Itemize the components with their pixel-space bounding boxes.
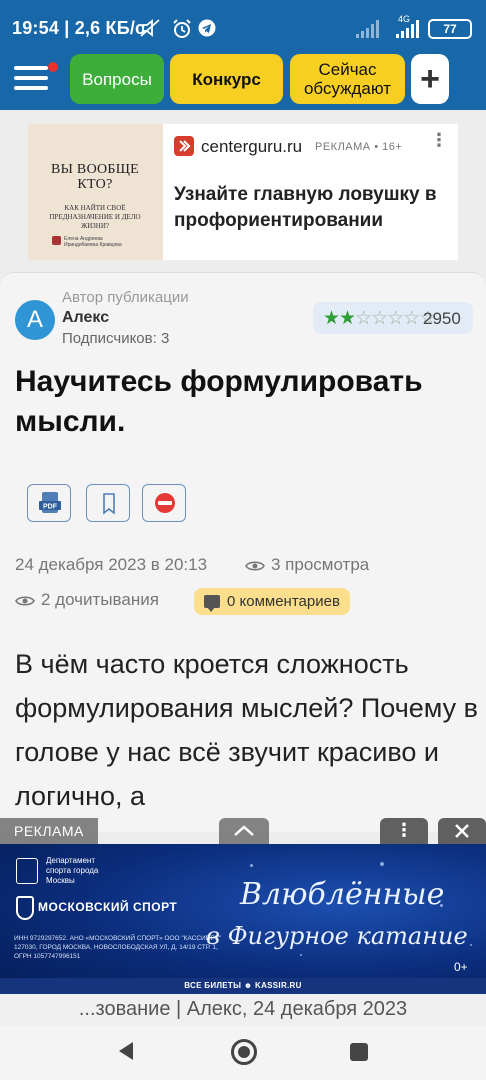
bottom-ad-label: РЕКЛАМА xyxy=(0,818,98,844)
ad-site-logo-icon xyxy=(174,136,194,156)
author-name[interactable]: Алекс xyxy=(62,309,109,327)
page-title: Научитесь формулировать мысли. xyxy=(15,365,423,438)
star-filled-icon: ★★ xyxy=(323,308,356,329)
ad-headline[interactable]: Узнайте главную ловушку в профориентиров… xyxy=(174,182,454,234)
views-count: 3 просмотра xyxy=(245,555,369,575)
publish-date: 24 декабря 2023 в 20:13 xyxy=(15,555,208,574)
publisher-logo-icon xyxy=(52,236,61,245)
bottom-ad-more-button[interactable]: ⋮ xyxy=(380,818,428,844)
bottom-ad-banner[interactable]: Департамент спорта города Москвы МОСКОВС… xyxy=(0,844,486,994)
author-rating: ★★☆☆☆☆☆ 2950 xyxy=(313,302,473,334)
ad-label: РЕКЛАМА • 16+ xyxy=(315,141,403,153)
svg-text:PDF: PDF xyxy=(43,504,58,511)
subscribers-count: Подписчиков: 3 xyxy=(62,330,170,347)
tab-discussed-label: Сейчас обсуждают xyxy=(303,60,392,98)
notification-dot xyxy=(48,62,58,72)
avatar[interactable]: А xyxy=(15,300,55,340)
hamburger-line xyxy=(14,86,48,90)
reads-label: 2 дочитывания xyxy=(41,590,159,609)
app-bar: Вопросы Конкурс Сейчас обсуждают + xyxy=(0,48,486,110)
svg-text:Влюблённые: Влюблённые xyxy=(239,877,444,912)
expand-ad-button[interactable] xyxy=(219,818,269,844)
pdf-button[interactable]: PDF xyxy=(27,484,71,522)
book-author: Елена Андреева Ириндибаевна Кравцова xyxy=(52,236,134,248)
ad-book-cover: ВЫ ВООБЩЕ КТО? КАК НАЙТИ СВОЁ ПРЕДНАЗНАЧ… xyxy=(28,124,163,260)
bookmark-button[interactable] xyxy=(86,484,130,522)
book-subtitle: КАК НАЙТИ СВОЁ ПРЕДНАЗНАЧЕНИЕ И ДЕЛО ЖИЗ… xyxy=(49,204,141,230)
shield-icon xyxy=(16,896,34,920)
close-icon xyxy=(455,824,469,838)
status-time: 19:54 | 2,6 КБ/с xyxy=(12,18,146,38)
battery-icon: 77 xyxy=(428,19,472,39)
pdf-icon: PDF xyxy=(39,492,61,513)
tab-contest[interactable]: Конкурс xyxy=(170,54,283,104)
moscow-sport-logo: МОСКОВСКИЙ СПОРТ xyxy=(16,896,177,920)
tab-discussed[interactable]: Сейчас обсуждают xyxy=(290,54,405,104)
signal-icon xyxy=(356,20,379,38)
comment-icon xyxy=(204,595,220,612)
hamburger-line xyxy=(14,66,48,70)
comments-label: 0 комментариев xyxy=(227,593,340,610)
eye-icon xyxy=(15,595,35,606)
author-caption: Автор публикации xyxy=(62,289,189,306)
age-rating: 0+ xyxy=(454,960,468,974)
bookmark-icon xyxy=(103,493,115,515)
hamburger-line xyxy=(14,76,48,80)
tickets-strip[interactable]: ВСЕ БИЛЕТЫ ☻ KASSIR.RU xyxy=(0,978,486,994)
signal-icon-2 xyxy=(396,20,419,38)
alarm-icon xyxy=(173,19,191,38)
ad-department: Департамент спорта города Москвы xyxy=(46,856,99,885)
article-footer-title: ...зование | Алекс, 24 декабря 2023 xyxy=(0,994,486,1026)
home-icon[interactable] xyxy=(231,1039,257,1065)
back-icon[interactable] xyxy=(117,1040,135,1062)
rating-value: 2950 xyxy=(423,309,461,328)
tab-questions[interactable]: Вопросы xyxy=(70,54,164,104)
ad-script-title: Влюблённые в Фигурное катание xyxy=(206,877,468,950)
recent-apps-icon[interactable] xyxy=(350,1043,368,1061)
comments-button[interactable]: 0 комментариев xyxy=(194,588,350,615)
mute-icon xyxy=(140,19,160,37)
top-ad[interactable]: ВЫ ВООБЩЕ КТО? КАК НАЙТИ СВОЁ ПРЕДНАЗНАЧ… xyxy=(28,124,458,260)
bottom-ad-controls: РЕКЛАМА ⋮ xyxy=(0,818,486,844)
chevron-up-icon xyxy=(234,825,254,836)
add-button[interactable]: + xyxy=(411,54,449,104)
reads-count: 2 дочитывания xyxy=(15,590,159,610)
ad-domain[interactable]: centerguru.ru xyxy=(201,137,302,157)
moscow-coat-of-arms-icon xyxy=(16,858,38,884)
block-icon xyxy=(155,493,175,513)
eye-icon xyxy=(245,560,265,571)
menu-button[interactable] xyxy=(10,58,58,98)
system-nav-bar xyxy=(0,1026,486,1080)
ad-more-button[interactable]: ⋮ xyxy=(430,131,448,149)
block-button[interactable] xyxy=(142,484,186,522)
close-ad-button[interactable] xyxy=(438,818,486,844)
book-title: ВЫ ВООБЩЕ КТО? xyxy=(50,162,140,192)
svg-text:в Фигурное катание: в Фигурное катание xyxy=(206,922,468,950)
article-body: В чём часто кроется сложность формулиров… xyxy=(15,649,479,811)
telegram-icon xyxy=(198,19,216,37)
rating-stars: ★★☆☆☆☆☆ xyxy=(323,307,436,330)
views-label: 3 просмотра xyxy=(271,555,370,574)
